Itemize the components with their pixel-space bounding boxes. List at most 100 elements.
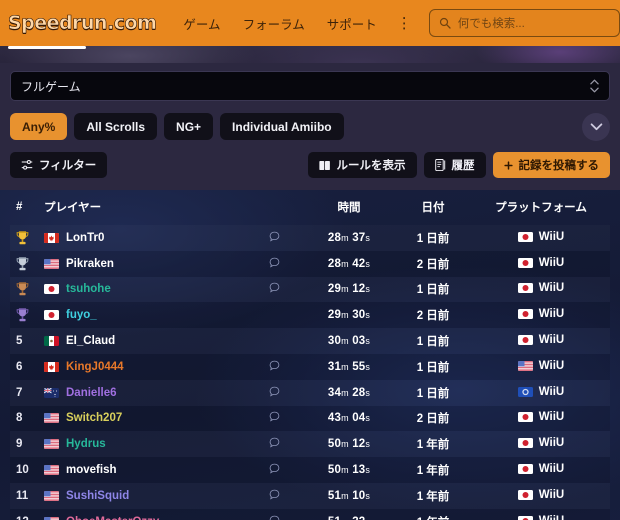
nav-link-games[interactable]: ゲーム xyxy=(172,14,231,33)
level-select[interactable]: フルゲーム xyxy=(10,71,610,101)
row-player-name: tsuhohe xyxy=(66,283,111,296)
comment-bubble-icon[interactable] xyxy=(269,360,280,371)
row-date: 1 日前 xyxy=(416,336,450,349)
row-platform: WiiU xyxy=(472,431,610,457)
row-platform-label: WiiU xyxy=(538,385,565,398)
comment-bubble-icon[interactable] xyxy=(269,463,280,474)
comment-bubble-icon[interactable] xyxy=(269,437,280,448)
trophy-purple-icon xyxy=(16,308,29,322)
row-player-name: Switch207 xyxy=(66,412,123,425)
comment-bubble-icon[interactable] xyxy=(269,257,280,268)
table-row[interactable]: LonTr0 28m 37s 1 日前 WiiU xyxy=(10,225,610,251)
row-player[interactable]: LonTr0 xyxy=(44,232,244,244)
comment-bubble-icon[interactable] xyxy=(269,489,280,500)
comment-bubble-icon[interactable] xyxy=(269,515,280,520)
category-tab-any-percent[interactable]: Any% xyxy=(10,113,68,140)
flag-usa-icon xyxy=(44,516,59,520)
column-header-date[interactable]: 日付 xyxy=(394,190,472,225)
row-time: 31m 55s xyxy=(327,360,371,373)
show-rules-button[interactable]: ルールを表示 xyxy=(307,152,417,178)
row-date: 2 日前 xyxy=(416,310,450,323)
chevron-down-icon xyxy=(590,122,602,130)
row-rank: 8 xyxy=(16,412,23,425)
comment-bubble-icon[interactable] xyxy=(269,411,280,422)
leaderboard-table: # プレイヤー 時間 日付 プラットフォーム LonTr0 28m 37s 1 日前… xyxy=(10,190,610,520)
table-row[interactable]: 9 Hydrus 50m 12s 1 年前 WiiU xyxy=(10,431,610,457)
submit-run-button[interactable]: 記録を投稿する xyxy=(492,152,610,178)
row-time: 29m 30s xyxy=(327,309,371,322)
row-time: 43m 04s xyxy=(327,412,371,425)
search-input[interactable]: 何でも検索... xyxy=(428,9,620,37)
row-player[interactable]: OboeMasterOzzy xyxy=(44,516,244,520)
comment-bubble-icon[interactable] xyxy=(269,386,280,397)
row-player[interactable]: fuyo_ xyxy=(44,309,244,321)
submit-run-button-label: 記録を投稿する xyxy=(518,160,600,172)
column-header-rank[interactable]: # xyxy=(10,190,44,225)
comment-bubble-icon[interactable] xyxy=(269,231,280,242)
table-row[interactable]: 5 EI_Claud 30m 03s 1 日前 WiiU xyxy=(10,328,610,354)
row-player[interactable]: Switch207 xyxy=(44,412,244,424)
nav-link-forums[interactable]: フォーラム xyxy=(232,14,316,33)
table-row[interactable]: fuyo_ 29m 30s 2 日前 WiiU xyxy=(10,302,610,329)
table-row[interactable]: 6 KingJ0444 31m 55s 1 日前 WiiU xyxy=(10,353,610,380)
show-rules-button-label: ルールを表示 xyxy=(336,160,406,172)
table-row[interactable]: 10 movefish 50m 13s 1 年前 WiiU xyxy=(10,457,610,483)
plus-icon xyxy=(503,160,513,170)
row-player[interactable]: SushiSquid xyxy=(44,490,244,502)
nav-more-menu-icon[interactable]: ⋮ xyxy=(388,16,421,31)
search-placeholder-text: 何でも検索... xyxy=(457,18,525,30)
row-platform-label: WiiU xyxy=(538,230,565,243)
table-row[interactable]: 11 SushiSquid 51m 10s 1 年前 WiiU xyxy=(10,483,610,509)
flag-japan-icon xyxy=(517,257,533,268)
row-comment-cell xyxy=(244,483,304,509)
column-header-player[interactable]: プレイヤー xyxy=(44,190,244,225)
site-logo[interactable]: Speedrun.com xyxy=(8,12,172,35)
column-header-time[interactable]: 時間 xyxy=(304,190,394,225)
flag-usa-icon xyxy=(44,465,59,476)
column-header-platform[interactable]: プラットフォーム xyxy=(472,190,610,225)
row-platform-label: WiiU xyxy=(538,488,565,501)
row-rank: 10 xyxy=(16,464,29,477)
table-row[interactable]: tsuhohe 29m 12s 1 日前 WiiU xyxy=(10,277,610,303)
nav-link-support[interactable]: サポート xyxy=(316,14,388,33)
row-platform-label: WiiU xyxy=(538,437,565,450)
history-button[interactable]: 履歴 xyxy=(423,152,486,178)
row-player[interactable]: tsuhohe xyxy=(44,283,244,295)
filter-button[interactable]: フィルター xyxy=(10,152,108,178)
row-player[interactable]: EI_Claud xyxy=(44,335,244,347)
leaderboard-table-head: # プレイヤー 時間 日付 プラットフォーム xyxy=(10,190,610,225)
row-player[interactable]: KingJ0444 xyxy=(44,361,244,373)
row-platform: WiiU xyxy=(472,406,610,432)
row-player-name: KingJ0444 xyxy=(66,360,124,373)
flag-japan-icon xyxy=(517,412,533,423)
leaderboard-action-bar: フィルター ルールを表示 履歴 記録を投稿する xyxy=(10,152,610,178)
category-tab-ng-plus[interactable]: NG+ xyxy=(164,113,214,140)
comment-bubble-icon[interactable] xyxy=(269,282,280,293)
flag-japan-icon xyxy=(517,489,533,500)
flag-usa-icon xyxy=(517,360,533,371)
row-rank: 6 xyxy=(16,360,23,373)
filter-icon xyxy=(21,159,33,170)
row-player-name: movefish xyxy=(66,464,117,477)
row-date: 1 日前 xyxy=(416,232,450,245)
row-time: 28m 42s xyxy=(327,257,371,270)
row-player[interactable]: Hydrus xyxy=(44,438,244,450)
row-player[interactable]: Danielle6 xyxy=(44,387,244,399)
row-platform-label: WiiU xyxy=(539,515,564,520)
row-platform: WiiU xyxy=(472,277,610,303)
row-platform: WiiU xyxy=(472,380,610,406)
row-rank: 12 xyxy=(10,509,44,520)
category-tab-all-scrolls[interactable]: All Scrolls xyxy=(74,113,158,140)
table-row[interactable]: Pikraken 28m 42s 2 日前 WiiU xyxy=(10,250,610,277)
category-tab-individual-amiibo[interactable]: Individual Amiibo xyxy=(220,113,344,140)
row-comment-cell xyxy=(244,457,304,483)
table-row[interactable]: 7 Danielle6 34m 28s 1 日前 WiiU xyxy=(10,380,610,406)
table-row[interactable]: 12 OboeMasterOzzy 51m 32s1 年前 WiiU xyxy=(10,508,610,520)
flag-japan-icon xyxy=(44,284,59,295)
row-player[interactable]: Pikraken xyxy=(44,258,244,270)
row-player[interactable]: movefish xyxy=(44,464,244,476)
table-row[interactable]: 8 Switch207 43m 04s 2 日前 WiiU xyxy=(10,405,610,432)
leaderboard-table-container: # プレイヤー 時間 日付 プラットフォーム LonTr0 28m 37s 1 日前… xyxy=(0,190,620,520)
row-rank: 5 xyxy=(16,335,23,348)
expand-categories-button[interactable] xyxy=(582,112,610,141)
